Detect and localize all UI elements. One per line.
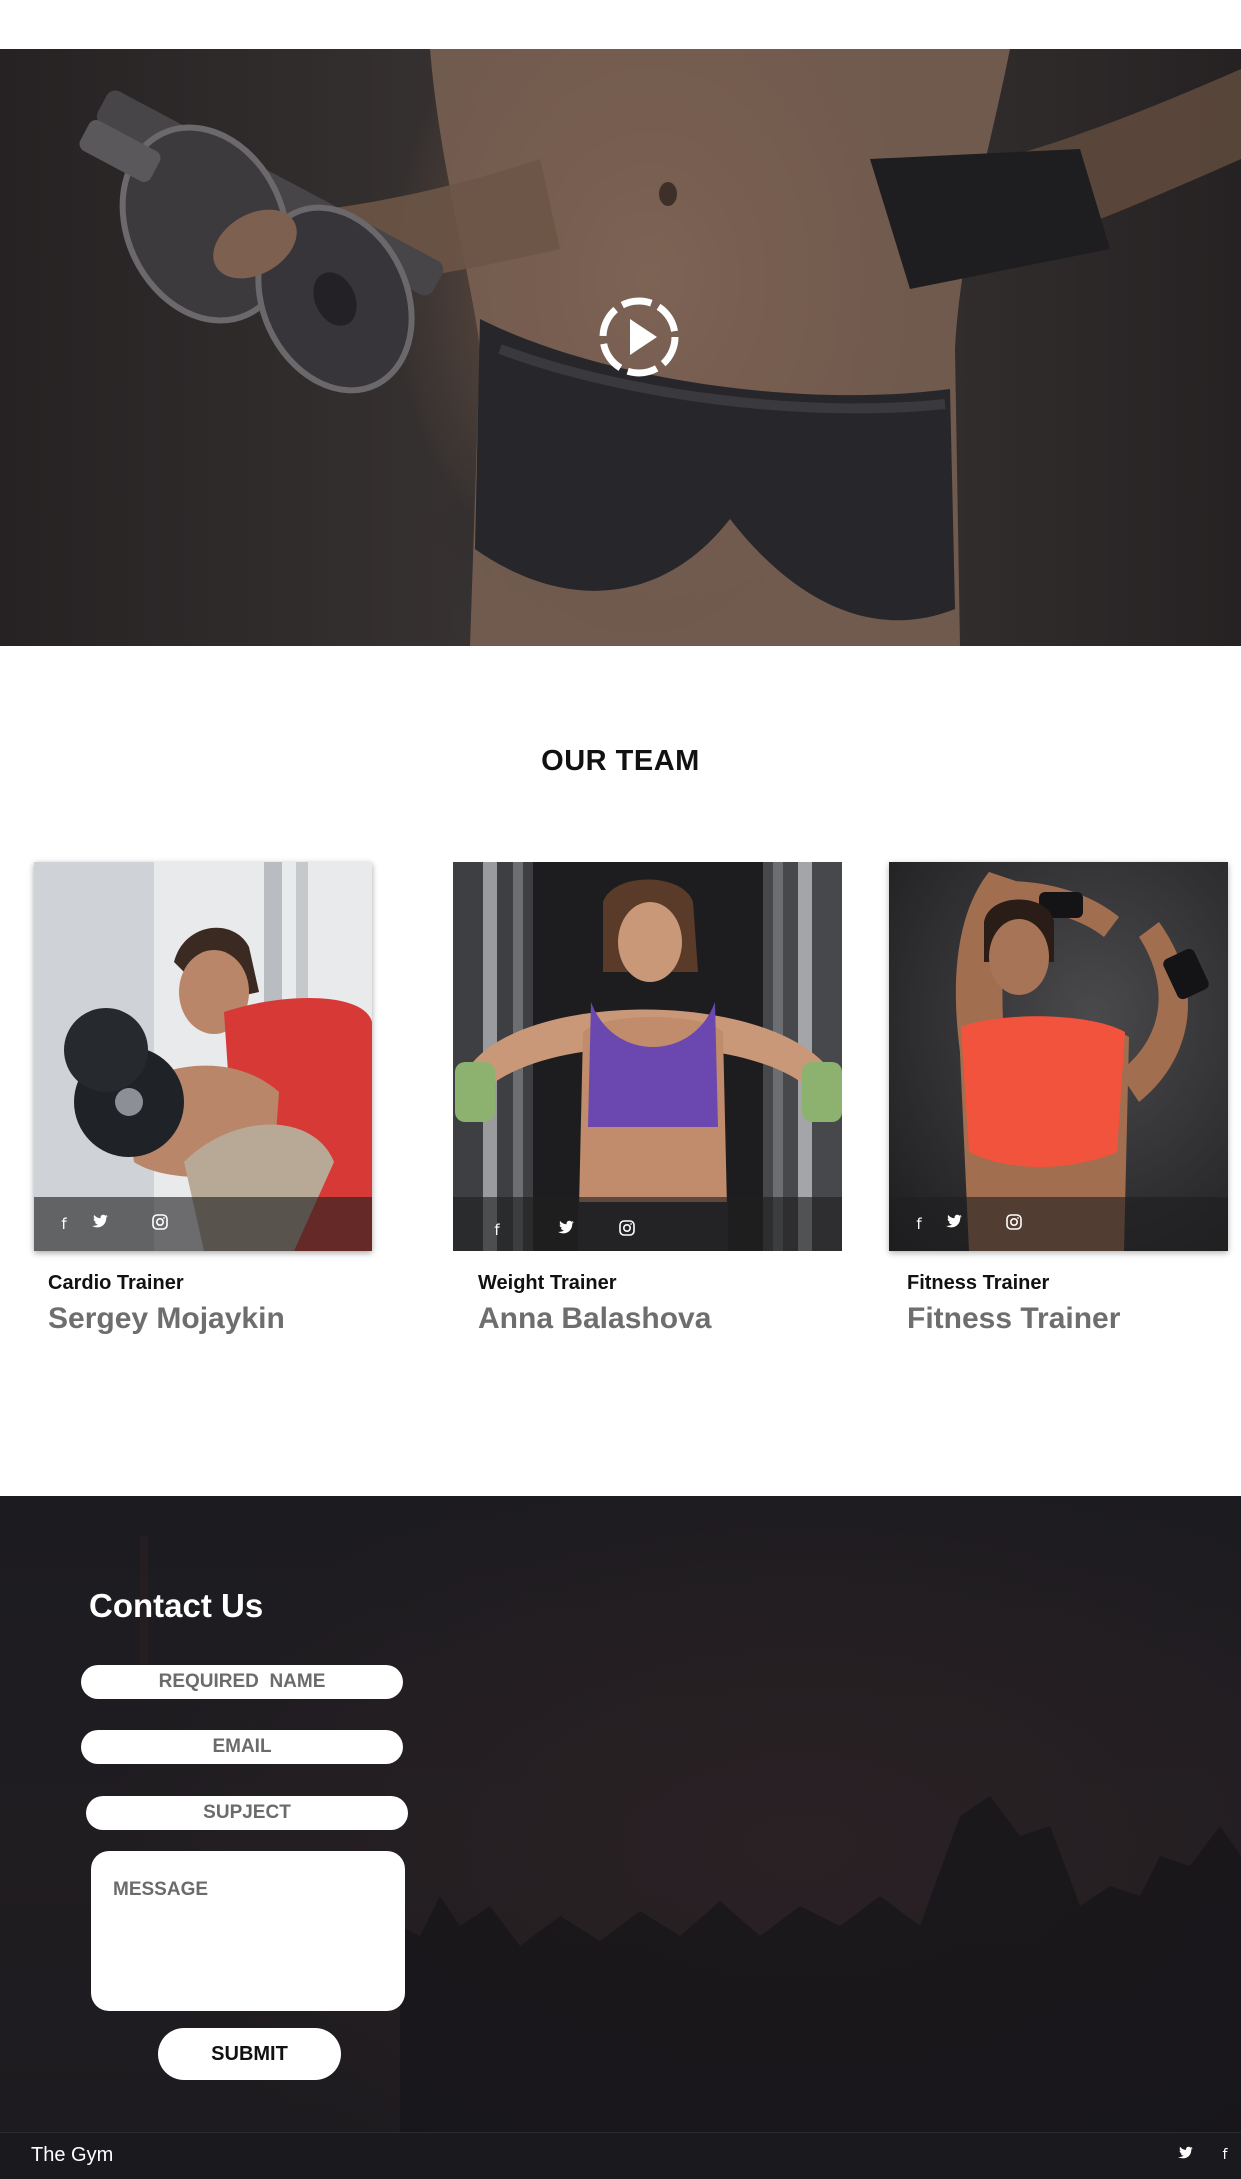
twitter-icon[interactable] [1176, 2146, 1194, 2164]
footer-brand: The Gym [31, 2144, 114, 2166]
trainer-name: Anna Balashova [478, 1302, 712, 1335]
facebook-icon[interactable]: f [54, 1214, 74, 1234]
trainer-name: Fitness Trainer [907, 1302, 1121, 1335]
social-bar: f [453, 1197, 842, 1251]
twitter-icon[interactable] [946, 1214, 966, 1234]
social-bar: f [34, 1197, 372, 1251]
instagram-icon[interactable] [619, 1220, 639, 1240]
trainer-role: Cardio Trainer [48, 1272, 184, 1294]
contact-title: Contact Us [89, 1587, 264, 1624]
facebook-icon[interactable]: f [487, 1220, 507, 1240]
hero-banner [0, 49, 1241, 646]
social-bar: f [889, 1197, 1228, 1251]
contact-section: Contact Us SUBMIT [0, 1496, 1241, 2132]
message-field[interactable] [91, 1851, 405, 2011]
trainer-photo [34, 862, 372, 1251]
email-field[interactable] [81, 1730, 403, 1764]
subject-field[interactable] [86, 1796, 408, 1830]
submit-button[interactable]: SUBMIT [158, 2028, 341, 2080]
facebook-icon[interactable]: f [1216, 2146, 1234, 2164]
trainer-name: Sergey Mojaykin [48, 1302, 285, 1335]
instagram-icon[interactable] [1006, 1214, 1026, 1234]
footer: The Gym f [0, 2132, 1241, 2179]
team-section-title: OUR TEAM [541, 745, 700, 777]
facebook-icon[interactable]: f [909, 1214, 929, 1234]
team-card-cardio: f [34, 862, 372, 1251]
trainer-photo [889, 862, 1228, 1251]
team-card-fitness: f [889, 862, 1228, 1251]
trainer-role: Fitness Trainer [907, 1272, 1050, 1294]
team-card-weight: f [453, 862, 842, 1251]
trainer-role: Weight Trainer [478, 1272, 617, 1294]
trainer-photo [453, 862, 842, 1251]
play-video-button[interactable] [596, 294, 682, 380]
twitter-icon[interactable] [558, 1220, 578, 1240]
instagram-icon[interactable] [152, 1214, 172, 1234]
name-field[interactable] [81, 1665, 403, 1699]
twitter-icon[interactable] [92, 1214, 112, 1234]
